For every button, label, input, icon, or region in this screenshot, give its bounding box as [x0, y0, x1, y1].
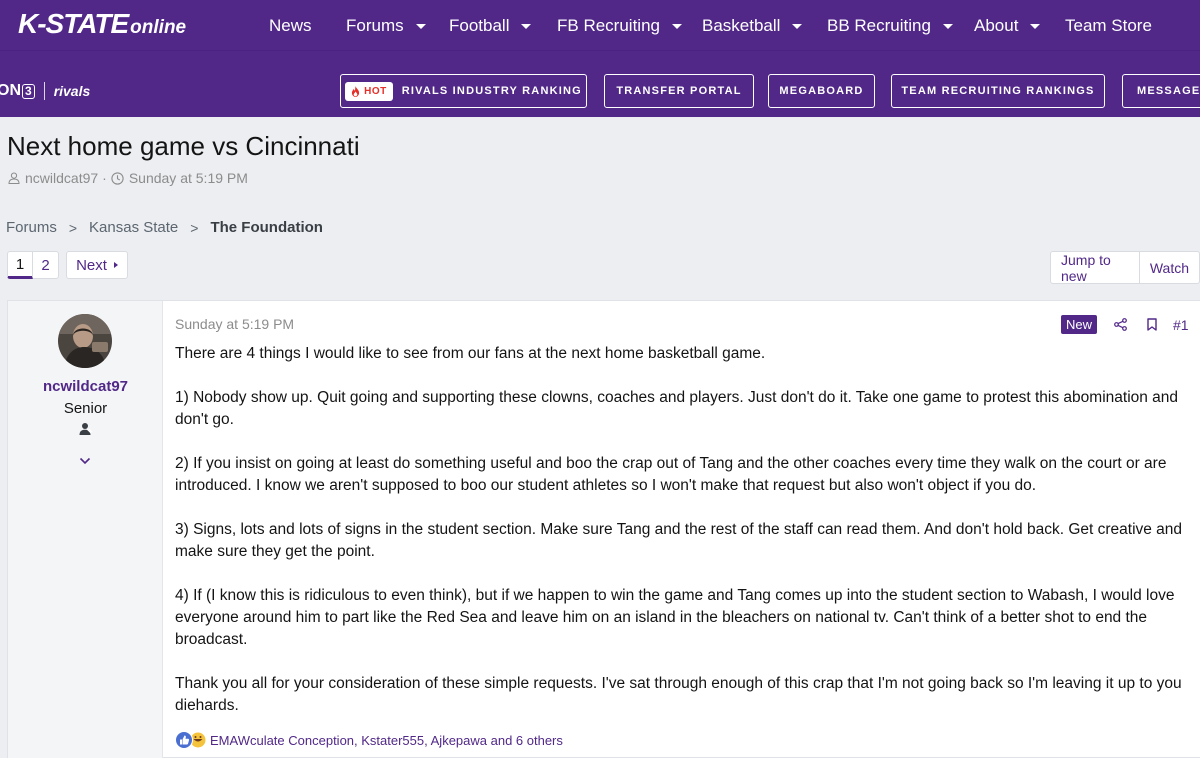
breadcrumb-forums[interactable]: Forums: [6, 219, 57, 236]
caret-down-icon: [942, 23, 953, 29]
megaboard-button[interactable]: MEGABOARD: [768, 74, 875, 108]
breadcrumb: Forums > Kansas State > The Foundation: [6, 219, 323, 236]
post-paragraph: There are 4 things I would like to see f…: [175, 345, 766, 362]
transfer-portal-button[interactable]: TRANSFER PORTAL: [604, 74, 754, 108]
brand-rivals: rivals: [53, 83, 91, 99]
avatar-image: [58, 314, 112, 368]
caret-down-icon: [792, 23, 803, 29]
nav-label: Forums: [346, 16, 404, 35]
logo-main: K-STATE: [18, 8, 129, 39]
post-body: There are 4 things I would like to see f…: [175, 343, 1195, 739]
post-date[interactable]: Sunday at 5:19 PM: [175, 316, 294, 332]
page-1-link[interactable]: 1: [7, 251, 33, 279]
bookmark-icon[interactable]: [1147, 318, 1157, 331]
pill-label: RIVALS INDUSTRY RANKING: [401, 85, 582, 97]
user-icon: [8, 172, 20, 184]
clock-icon: [111, 171, 124, 185]
nav-label: Football: [449, 16, 510, 35]
nav-team-store[interactable]: Team Store: [1065, 16, 1152, 36]
pagination: 1 2: [7, 251, 59, 279]
site-logo[interactable]: K-STATE online: [18, 8, 186, 40]
user-title: Senior: [63, 400, 108, 417]
pill-label: MEGABOARD: [779, 85, 864, 97]
caret-down-icon: [521, 23, 532, 29]
share-icon[interactable]: [1114, 318, 1127, 331]
nav-label: BB Recruiting: [827, 16, 931, 35]
nav-fb-recruiting[interactable]: FB Recruiting: [557, 16, 682, 36]
brand-three: 3: [22, 83, 35, 99]
hot-label: HOT: [364, 85, 387, 97]
nav-label: News: [269, 16, 312, 35]
team-recruiting-rankings-button[interactable]: TEAM RECRUITING RANKINGS: [891, 74, 1105, 108]
nav-about[interactable]: About: [974, 16, 1041, 36]
post-paragraph: 2) If you insist on going at least do so…: [175, 455, 1167, 494]
network-bar: ON 3 rivals HOT RIVALS INDUSTRY RANKING TR…: [0, 50, 1200, 117]
pill-label: TEAM RECRUITING RANKINGS: [901, 85, 1095, 97]
post-number[interactable]: #1: [1173, 317, 1189, 333]
like-icon: [175, 731, 207, 749]
thread-actions: Jump to new Watch: [1050, 251, 1200, 284]
thread-author[interactable]: ncwildcat97: [25, 170, 98, 186]
on3-rivals-brand[interactable]: ON 3 rivals: [0, 82, 90, 100]
pill-label: MESSAGE: [1137, 85, 1200, 97]
meta-separator: ·: [102, 170, 107, 186]
pill-label: TRANSFER PORTAL: [616, 85, 742, 97]
post-paragraph: 4) If (I know this is ridiculous to even…: [175, 587, 1175, 648]
nav-label: FB Recruiting: [557, 16, 660, 35]
message-button[interactable]: MESSAGE: [1122, 74, 1200, 108]
post: ncwildcat97 Senior Sunday at 5:19 PM New…: [7, 300, 1200, 758]
jump-to-new-button[interactable]: Jump to new: [1051, 252, 1139, 284]
reactions-bar[interactable]: EMAWculate Conception, Kstater555, Ajkep…: [175, 731, 563, 749]
nav-label: Team Store: [1065, 16, 1152, 35]
nav-football[interactable]: Football: [449, 16, 532, 36]
caret-down-icon: [1030, 23, 1041, 29]
nav-forums[interactable]: Forums: [346, 16, 426, 36]
caret-down-icon: [415, 23, 426, 29]
triangle-right-icon: [113, 262, 118, 268]
nav-news[interactable]: News: [269, 16, 312, 36]
new-badge: New: [1061, 315, 1098, 334]
post-paragraph: 1) Nobody show up. Quit going and suppor…: [175, 389, 1179, 428]
logo-sub: online: [130, 17, 187, 38]
post-username[interactable]: ncwildcat97: [8, 378, 163, 395]
watch-button[interactable]: Watch: [1138, 252, 1199, 283]
page-2-link[interactable]: 2: [33, 251, 59, 279]
reaction-users[interactable]: EMAWculate Conception, Kstater555, Ajkep…: [210, 733, 563, 748]
chevron-right-icon: >: [190, 219, 199, 236]
flame-icon: [351, 85, 360, 97]
nav-bb-recruiting[interactable]: BB Recruiting: [827, 16, 953, 36]
avatar[interactable]: [58, 314, 112, 368]
post-paragraph: 3) Signs, lots and lots of signs in the …: [175, 521, 1183, 560]
thread-date[interactable]: Sunday at 5:19 PM: [129, 170, 248, 186]
breadcrumb-the-foundation[interactable]: The Foundation: [210, 219, 322, 236]
brand-divider: [43, 82, 45, 100]
rivals-industry-ranking-button[interactable]: HOT RIVALS INDUSTRY RANKING: [340, 74, 587, 108]
thread-title: Next home game vs Cincinnati: [7, 131, 360, 161]
breadcrumb-kansas-state[interactable]: Kansas State: [89, 219, 178, 236]
nav-label: About: [974, 16, 1019, 35]
hot-badge: HOT: [345, 81, 393, 101]
chevron-right-icon: >: [68, 219, 78, 236]
next-label: Next: [76, 256, 107, 274]
brand-on: ON: [0, 82, 21, 99]
top-navbar: K-STATE online News Forums Football FB Re…: [0, 0, 1200, 50]
chevron-down-icon[interactable]: [79, 457, 91, 465]
post-user-pane: ncwildcat97 Senior: [8, 301, 163, 758]
nav-basketball[interactable]: Basketball: [702, 16, 803, 36]
caret-down-icon: [671, 23, 682, 29]
user-badge-icon[interactable]: [77, 421, 93, 437]
nav-label: Basketball: [702, 16, 781, 35]
thread-meta: ncwildcat97 · Sunday at 5:19 PM: [8, 170, 248, 186]
next-page-button[interactable]: Next: [66, 251, 128, 279]
post-paragraph: Thank you all for your consideration of …: [175, 675, 1182, 714]
